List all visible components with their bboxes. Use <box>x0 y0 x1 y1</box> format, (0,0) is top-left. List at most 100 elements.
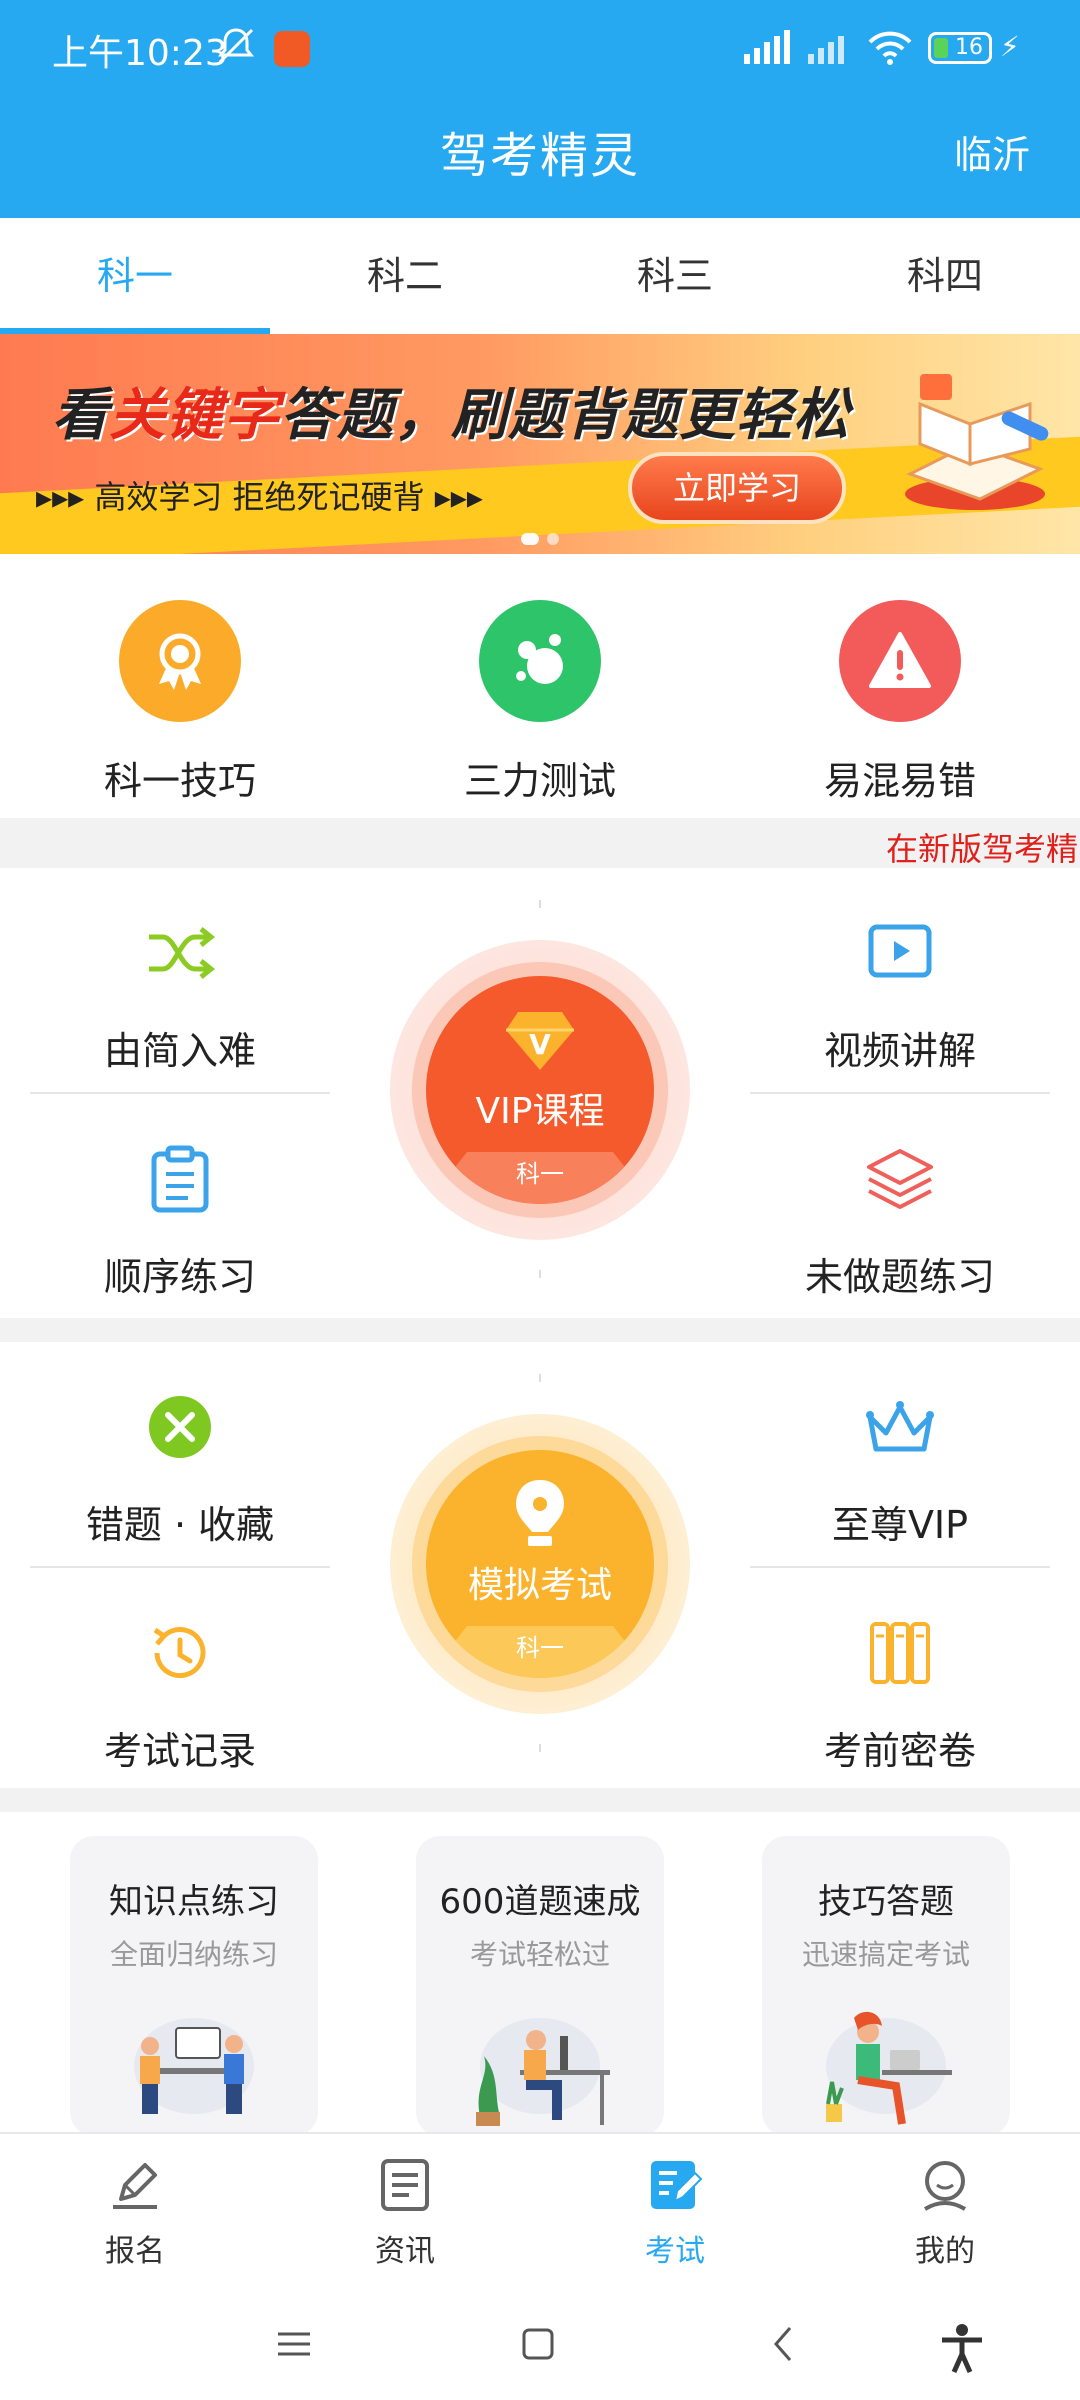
nav-news[interactable]: 资讯 <box>270 2134 540 2288</box>
vip-course-button[interactable]: V VIP课程 科一 <box>390 940 690 1240</box>
quick-label: 易混易错 <box>823 759 976 803</box>
subject-tabs: 科一 科二 科三 科四 <box>0 218 1080 334</box>
diamond-v-icon: V <box>506 1012 574 1070</box>
module-label: 考前密卷 <box>823 1729 976 1773</box>
undone-practice-button[interactable]: 未做题练习 <box>735 1094 1065 1319</box>
shuffle-icon <box>15 908 345 998</box>
exam-records-button[interactable]: 考试记录 <box>15 1568 345 1793</box>
quick-item-confusing[interactable]: 易混易错 <box>720 554 1080 818</box>
card-subtitle: 迅速搞定考试 <box>801 1938 970 1971</box>
warning-triangle-icon <box>839 600 961 722</box>
status-time: 上午10:23 <box>52 33 228 74</box>
banner-pagination <box>0 530 1080 549</box>
city-selector[interactable]: 临沂 <box>954 124 1030 179</box>
nav-label: 考试 <box>645 2234 705 2269</box>
person-at-desk-illustration <box>476 2018 610 2126</box>
charging-icon: ⚡ <box>1000 30 1020 63</box>
notice-marquee[interactable]: 在新版驾考精 <box>886 824 1078 868</box>
notice-strip: 在新版驾考精 <box>0 818 1080 868</box>
wifi-icon <box>866 30 914 70</box>
award-medal-icon <box>119 600 241 722</box>
promo-banner[interactable]: 看关键字答题，刷题背题更轻松 ▸▸▸ 高效学习 拒绝死记硬背 ▸▸▸ 立即学习 <box>0 334 1080 554</box>
profile-icon <box>810 2152 1080 2218</box>
learn-now-button[interactable]: 立即学习 <box>628 452 846 524</box>
tab-ke1[interactable]: 科一 <box>0 218 270 334</box>
banner-headline-prefix: 看 <box>52 383 109 448</box>
module-label: 至尊VIP <box>831 1503 969 1547</box>
back-chevron-icon[interactable] <box>762 2322 806 2370</box>
tab-ke3[interactable]: 科三 <box>540 218 810 334</box>
mock-exam-title: 模拟考试 <box>467 1565 612 1606</box>
tab-ke4[interactable]: 科四 <box>810 218 1080 334</box>
module-label: 未做题练习 <box>804 1255 995 1299</box>
nav-profile[interactable]: 我的 <box>810 2134 1080 2288</box>
banner-headline-highlight: 关键字 <box>109 383 280 448</box>
divider <box>539 900 541 908</box>
mock-subject-tag: 科一 <box>426 1626 654 1678</box>
card-title: 技巧答题 <box>818 1882 954 1922</box>
module-label: 视频讲解 <box>823 1029 976 1073</box>
quick-label: 三力测试 <box>463 759 616 803</box>
page-title: 驾考精灵 <box>439 128 640 184</box>
menu-icon[interactable] <box>272 2322 316 2370</box>
divider <box>30 1092 330 1094</box>
nav-exam[interactable]: 考试 <box>540 2134 810 2288</box>
vip-course-badge: V VIP课程 科一 <box>426 976 654 1204</box>
card-title: 600道题速成 <box>439 1882 641 1922</box>
card-subtitle: 全面归纳练习 <box>109 1938 278 1971</box>
feature-cards: 知识点练习 全面归纳练习 600道题速成 考试轻松过 技巧答题 迅速搞定考试 <box>0 1812 1080 2136</box>
nav-label: 报名 <box>105 2234 165 2269</box>
quick-item-three-ability[interactable]: 三力测试 <box>360 554 720 818</box>
mock-exam-badge: 模拟考试 科一 <box>426 1450 654 1678</box>
sequential-practice-button[interactable]: 顺序练习 <box>15 1094 345 1319</box>
divider <box>750 1566 1050 1568</box>
nav-signup[interactable]: 报名 <box>0 2134 270 2288</box>
banner-dot <box>547 533 559 545</box>
exam-edit-icon <box>540 2152 810 2218</box>
module-label: 顺序练习 <box>103 1255 256 1299</box>
mute-icon <box>214 24 258 72</box>
vip-subject-tag: 科一 <box>426 1152 654 1204</box>
home-square-icon[interactable] <box>516 2322 560 2370</box>
supreme-vip-button[interactable]: 至尊VIP <box>735 1342 1065 1567</box>
status-bar: 上午10:23 16 ⚡ <box>0 0 1080 98</box>
600-questions-card[interactable]: 600道题速成 考试轻松过 <box>416 1836 664 2136</box>
app-screen: 上午10:23 16 ⚡ 驾考精灵 临沂 科一 科二 科三 科四 看关键字答题，… <box>0 0 1080 2400</box>
nav-label: 我的 <box>915 2234 975 2269</box>
module-label: 考试记录 <box>103 1729 256 1773</box>
bubbles-icon <box>479 600 601 722</box>
system-nav-bar <box>0 2288 1080 2400</box>
divider <box>539 1270 541 1278</box>
module-label: 由简入难 <box>103 1029 256 1073</box>
knowledge-practice-card[interactable]: 知识点练习 全面归纳练习 <box>70 1836 318 2136</box>
skill-answer-card[interactable]: 技巧答题 迅速搞定考试 <box>762 1836 1010 2136</box>
divider <box>750 1092 1050 1094</box>
pen-nib-icon <box>516 1480 564 1546</box>
binders-icon <box>735 1608 1065 1698</box>
signup-pen-icon <box>0 2152 270 2218</box>
quick-label: 科一技巧 <box>103 759 256 803</box>
easy-to-hard-button[interactable]: 由简入难 <box>15 868 345 1093</box>
banner-headline: 看关键字答题，刷题背题更轻松 <box>52 370 850 451</box>
battery-icon: 16 <box>928 32 992 64</box>
quick-item-ke1-tips[interactable]: 科一技巧 <box>0 554 360 818</box>
tab-ke2[interactable]: 科二 <box>270 218 540 334</box>
accessibility-icon[interactable] <box>936 2322 988 2378</box>
mock-exam-button[interactable]: 模拟考试 科一 <box>390 1414 690 1714</box>
card-title: 知识点练习 <box>109 1882 279 1922</box>
divider <box>539 1374 541 1382</box>
top-header: 上午10:23 16 ⚡ 驾考精灵 临沂 <box>0 0 1080 218</box>
card-subtitle: 考试轻松过 <box>469 1938 610 1971</box>
exam-module: 错题 · 收藏 考试记录 至尊VIP 考前密卷 模拟考试 科一 <box>0 1342 1080 1792</box>
section-gap <box>0 1788 1080 1812</box>
history-clock-icon <box>15 1608 345 1698</box>
wrong-favorites-button[interactable]: 错题 · 收藏 <box>15 1342 345 1567</box>
signal-2-icon <box>806 30 858 70</box>
video-explain-button[interactable]: 视频讲解 <box>735 868 1065 1093</box>
nav-label: 资讯 <box>375 2234 435 2269</box>
video-play-icon <box>735 908 1065 998</box>
signal-icon <box>742 30 794 70</box>
crown-icon <box>735 1382 1065 1472</box>
banner-headline-suffix: 答题，刷题背题更轻松 <box>280 383 850 448</box>
pre-exam-papers-button[interactable]: 考前密卷 <box>735 1568 1065 1793</box>
